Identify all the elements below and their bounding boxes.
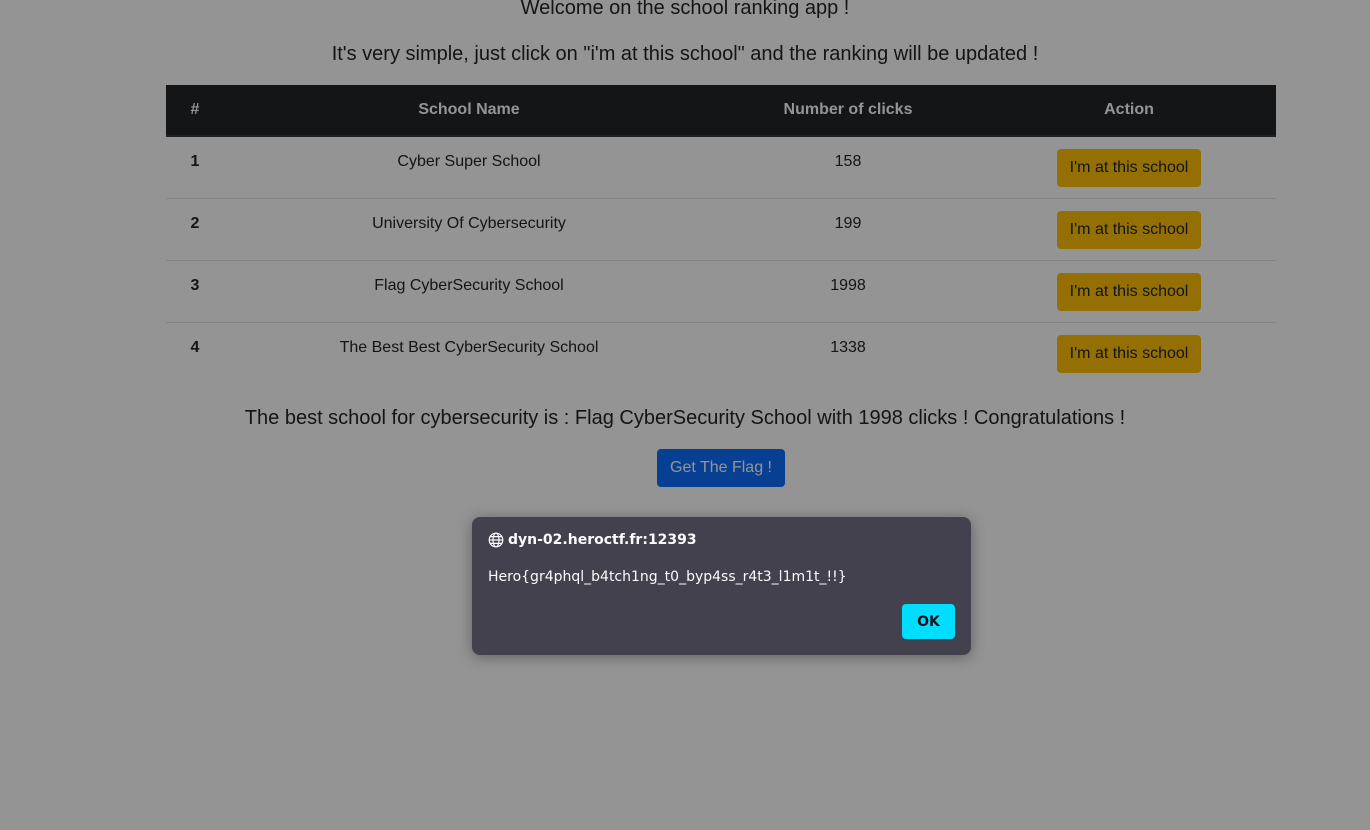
globe-icon (488, 532, 504, 548)
dialog-message: Hero{gr4phql_b4tch1ng_t0_byp4ss_r4t3_l1m… (488, 569, 847, 585)
dialog-header: dyn-02.heroctf.fr:12393 (488, 532, 697, 548)
dialog-origin: dyn-02.heroctf.fr:12393 (508, 532, 697, 548)
alert-dialog: dyn-02.heroctf.fr:12393 Hero{gr4phql_b4t… (472, 517, 971, 655)
ok-button[interactable]: OK (902, 604, 955, 639)
modal-overlay (0, 0, 1370, 830)
page: Welcome on the school ranking app ! It's… (0, 0, 1370, 830)
